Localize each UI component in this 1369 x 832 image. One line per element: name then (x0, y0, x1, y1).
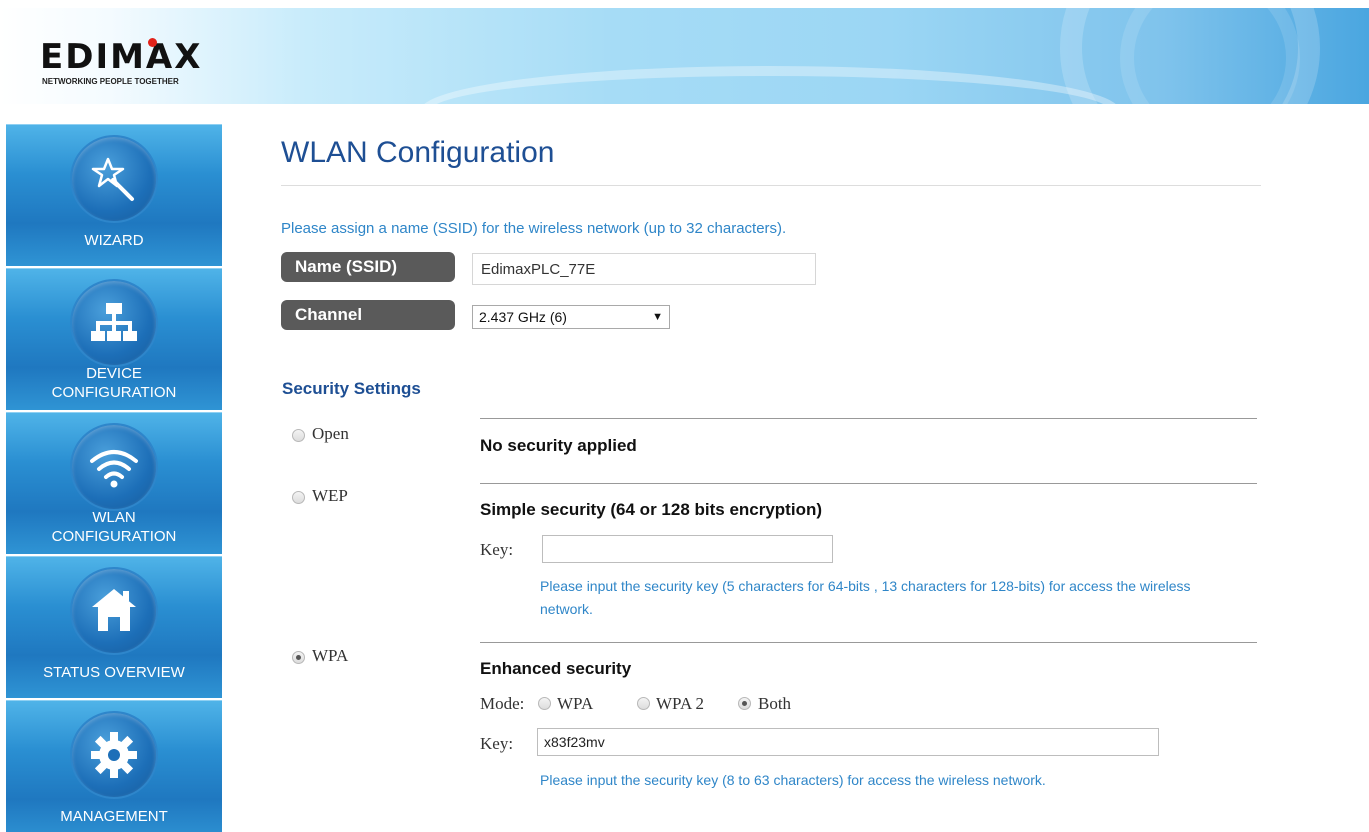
sidebar-item-label-line: DEVICE (86, 365, 142, 382)
wpa-mode-label: Mode: (480, 694, 525, 713)
mode-both-label: Both (758, 694, 792, 713)
title-divider (281, 185, 1261, 186)
home-icon (70, 567, 158, 655)
sidebar-item-label: STATUS OVERVIEW (43, 664, 185, 681)
channel-select[interactable]: 2.437 GHz (6) ▼ (472, 305, 670, 329)
open-description: No security applied (480, 436, 637, 455)
section-divider (480, 418, 1257, 419)
sidebar-item-label: WIZARD (84, 232, 144, 249)
mode-wpa-radio[interactable] (538, 697, 551, 710)
ssid-label: Name (SSID) (281, 252, 455, 282)
section-divider (480, 483, 1257, 484)
edimax-logo: EDIMAX NETWORKING PEOPLE TOGETHER (40, 38, 240, 88)
sidebar-item-status-overview[interactable]: STATUS OVERVIEW (6, 556, 222, 698)
wep-key-label: Key: (480, 540, 514, 559)
wifi-icon (70, 423, 158, 511)
dropdown-arrow-icon: ▼ (652, 311, 663, 323)
banner-decoration (420, 66, 1120, 104)
wep-key-input[interactable] (542, 535, 833, 563)
wpa-description: Enhanced security (480, 659, 632, 678)
wpa-key-input[interactable] (537, 728, 1159, 756)
security-settings-heading: Security Settings (282, 379, 421, 398)
sidebar-item-management[interactable]: MANAGEMENT (6, 700, 222, 832)
header-banner: EDIMAX NETWORKING PEOPLE TOGETHER (0, 8, 1369, 104)
wpa-key-label: Key: (480, 734, 514, 753)
section-divider (480, 642, 1257, 643)
page: EDIMAX NETWORKING PEOPLE TOGETHER WIZARD (0, 0, 1369, 832)
wand-icon (70, 135, 158, 223)
mode-wpa2-radio[interactable] (637, 697, 650, 710)
logo-tagline: NETWORKING PEOPLE TOGETHER (42, 77, 179, 86)
mode-both-radio[interactable] (738, 697, 751, 710)
sidebar-item-wizard[interactable]: WIZARD (6, 124, 222, 266)
wep-radio[interactable] (292, 491, 305, 504)
sidebar-item-label-line: CONFIGURATION (51, 384, 177, 401)
sidebar-item-device-configuration[interactable]: DEVICE CONFIGURATION (6, 268, 222, 410)
mode-wpa-label: WPA (557, 694, 594, 713)
gear-icon (70, 711, 158, 799)
ssid-input[interactable] (472, 253, 816, 285)
channel-label: Channel (281, 300, 455, 330)
open-option-label: Open (312, 424, 349, 443)
sidebar-item-label-line: WLAN (92, 509, 136, 526)
ssid-hint: Please assign a name (SSID) for the wire… (281, 220, 787, 237)
sidebar-item-label-line: CONFIGURATION (51, 528, 177, 545)
wpa-radio[interactable] (292, 651, 305, 664)
banner-decoration (1120, 8, 1300, 104)
sidebar-item-wlan-configuration[interactable]: WLAN CONFIGURATION (6, 412, 222, 554)
channel-selected-value: 2.437 GHz (6) (479, 309, 567, 325)
sidebar-item-label: WLAN CONFIGURATION (6, 508, 222, 546)
network-icon (70, 279, 158, 367)
sidebar-item-label: MANAGEMENT (60, 808, 168, 825)
wpa-key-hint: Please input the security key (8 to 63 c… (540, 772, 1046, 788)
wpa-option-label: WPA (312, 646, 349, 665)
sidebar-item-label: DEVICE CONFIGURATION (6, 364, 222, 402)
sidebar-nav: WIZARD DEVICE CONFIGURATION WLAN CONFIGU… (6, 124, 222, 832)
mode-wpa2-label: WPA 2 (656, 694, 705, 713)
logo-dot (148, 38, 157, 47)
open-radio[interactable] (292, 429, 305, 442)
logo-text: EDIMAX (40, 37, 203, 77)
wep-key-hint: Please input the security key (5 charact… (540, 578, 1191, 617)
wep-option-label: WEP (312, 486, 348, 505)
page-title: WLAN Configuration (281, 136, 555, 169)
wep-description: Simple security (64 or 128 bits encrypti… (480, 500, 823, 519)
